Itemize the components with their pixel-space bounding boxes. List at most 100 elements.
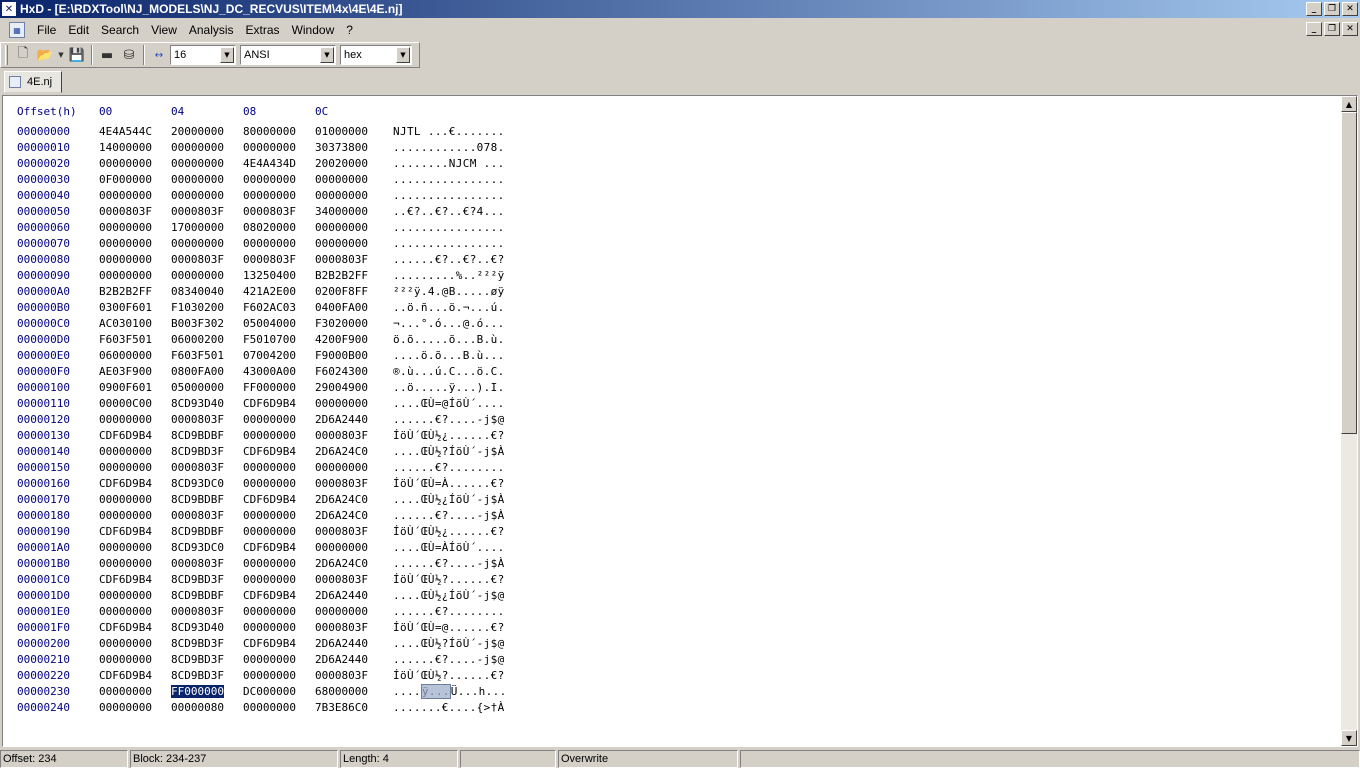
hex-group[interactable]: 8CD9BDBF xyxy=(171,588,243,604)
row-text[interactable]: ÍöÙ´ŒÙ=À......€? xyxy=(393,476,533,492)
hex-group[interactable]: 4E4A544C xyxy=(99,124,171,140)
hex-group[interactable]: CDF6D9B4 xyxy=(243,492,315,508)
row-text[interactable]: ....ŒÙ=@ÍöÙ´.... xyxy=(393,396,533,412)
hex-group[interactable]: 00000000 xyxy=(243,172,315,188)
row-text[interactable]: ÍöÙ´ŒÙ½¿......€? xyxy=(393,428,533,444)
row-text[interactable]: ......€?..€?..€? xyxy=(393,252,533,268)
hex-group[interactable]: 68000000 xyxy=(315,684,387,700)
hex-group[interactable]: 0000803F xyxy=(315,428,387,444)
hex-row[interactable]: 00000040 00000000 00000000 00000000 00000000… xyxy=(17,188,533,204)
hex-group[interactable]: 2D6A24C0 xyxy=(315,556,387,572)
row-text[interactable]: ....ŒÙ½?ÍöÙ´-j$À xyxy=(393,444,533,460)
hex-group[interactable]: 14000000 xyxy=(99,140,171,156)
hex-group[interactable]: 0900F601 xyxy=(99,380,171,396)
hex-group[interactable]: 0000803F xyxy=(315,252,387,268)
row-text[interactable]: ......€?....-j$À xyxy=(393,556,533,572)
row-text[interactable]: ........NJCM ... xyxy=(393,156,533,172)
hex-group[interactable]: 00000000 xyxy=(243,140,315,156)
hex-row[interactable]: 00000020 00000000 00000000 4E4A434D 20020000… xyxy=(17,156,533,172)
hex-group[interactable]: 8CD9BDBF xyxy=(171,428,243,444)
row-text[interactable]: ................ xyxy=(393,172,533,188)
hex-group[interactable]: 05000000 xyxy=(171,380,243,396)
hex-group[interactable]: 00000000 xyxy=(171,156,243,172)
row-text[interactable]: ÍöÙ´ŒÙ½?......€? xyxy=(393,572,533,588)
hex-group[interactable]: 00000000 xyxy=(99,588,171,604)
hex-group[interactable]: 2D6A2440 xyxy=(315,412,387,428)
hex-group[interactable]: 00000000 xyxy=(171,188,243,204)
hex-group[interactable]: FF000000 xyxy=(243,380,315,396)
hex-group[interactable]: 00000000 xyxy=(99,636,171,652)
row-text[interactable]: ................ xyxy=(393,220,533,236)
row-text[interactable]: ......€?....-j$À xyxy=(393,508,533,524)
hex-group[interactable]: 0000803F xyxy=(171,252,243,268)
hex-group[interactable]: CDF6D9B4 xyxy=(99,668,171,684)
hex-group[interactable]: CDF6D9B4 xyxy=(99,476,171,492)
hex-group[interactable]: 0000803F xyxy=(171,460,243,476)
row-text[interactable]: ®.ù...ú.C...ö.C. xyxy=(393,364,533,380)
hex-group[interactable]: B2B2B2FF xyxy=(315,268,387,284)
menu-edit[interactable]: Edit xyxy=(62,21,95,39)
hex-group[interactable]: 08020000 xyxy=(243,220,315,236)
hex-group[interactable]: 00000000 xyxy=(315,540,387,556)
hex-group[interactable]: F6024300 xyxy=(315,364,387,380)
row-text[interactable]: ............078. xyxy=(393,140,533,156)
hex-row[interactable]: 00000240 00000000 00000080 00000000 7B3E86C0… xyxy=(17,700,533,716)
chevron-down-icon[interactable]: ▼ xyxy=(220,47,234,63)
hex-group[interactable]: 2D6A24C0 xyxy=(315,508,387,524)
hex-row[interactable]: 000000C0 AC030100 B003F302 05004000 F3020000… xyxy=(17,316,533,332)
hex-group[interactable]: 8CD9BD3F xyxy=(171,444,243,460)
hex-group[interactable]: 13250400 xyxy=(243,268,315,284)
hex-group[interactable]: DC000000 xyxy=(243,684,315,700)
row-text[interactable]: ..€?..€?..€?4... xyxy=(393,204,533,220)
hex-group[interactable]: 00000000 xyxy=(99,444,171,460)
hex-group[interactable]: 00000000 xyxy=(315,236,387,252)
row-text[interactable]: ....ö.õ...B.ù... xyxy=(393,348,533,364)
menu-search[interactable]: Search xyxy=(95,21,145,39)
hex-row[interactable]: 00000000 4E4A544C 20000000 80000000 01000000… xyxy=(17,124,533,140)
hex-group[interactable]: 00000000 xyxy=(99,156,171,172)
hex-row[interactable]: 000001C0 CDF6D9B4 8CD9BD3F 00000000 0000803F… xyxy=(17,572,533,588)
minimize-button[interactable]: _ xyxy=(1306,2,1322,16)
hex-group[interactable]: 8CD9BDBF xyxy=(171,492,243,508)
hex-row[interactable]: 00000110 00000C00 8CD93D40 CDF6D9B4 00000000… xyxy=(17,396,533,412)
hex-group[interactable]: 00000000 xyxy=(315,220,387,236)
hex-row[interactable]: 00000130 CDF6D9B4 8CD9BDBF 00000000 0000803F… xyxy=(17,428,533,444)
hex-grid[interactable]: Offset(h) 00 04 08 0C 00000000 4E4A544C 20… xyxy=(17,104,533,716)
hex-group[interactable]: F603F501 xyxy=(171,348,243,364)
hex-group[interactable]: 06000200 xyxy=(171,332,243,348)
chevron-down-icon[interactable]: ▼ xyxy=(320,47,334,63)
hex-group[interactable]: 0000803F xyxy=(171,412,243,428)
hex-group[interactable]: CDF6D9B4 xyxy=(99,428,171,444)
hex-row[interactable]: 00000010 14000000 00000000 00000000 30373800… xyxy=(17,140,533,156)
row-text[interactable]: ......€?........ xyxy=(393,460,533,476)
new-file-icon[interactable]: 🗋 xyxy=(12,44,34,66)
hex-group[interactable]: 0000803F xyxy=(315,668,387,684)
hex-group[interactable]: CDF6D9B4 xyxy=(99,572,171,588)
hex-group[interactable]: 8CD93D40 xyxy=(171,620,243,636)
hex-group[interactable]: F5010700 xyxy=(243,332,315,348)
hex-group[interactable]: 00000000 xyxy=(243,620,315,636)
hex-group[interactable]: CDF6D9B4 xyxy=(243,636,315,652)
hex-row[interactable]: 00000090 00000000 00000000 13250400 B2B2B2FF… xyxy=(17,268,533,284)
hex-group[interactable]: 2D6A2440 xyxy=(315,588,387,604)
row-text[interactable]: ................ xyxy=(393,188,533,204)
hex-group[interactable]: F1030200 xyxy=(171,300,243,316)
hex-row[interactable]: 000001D0 00000000 8CD9BDBF CDF6D9B4 2D6A2440… xyxy=(17,588,533,604)
hex-group[interactable]: 00000000 xyxy=(99,268,171,284)
hex-group[interactable]: 0200F8FF xyxy=(315,284,387,300)
hex-group[interactable]: 00000000 xyxy=(99,508,171,524)
hex-group[interactable]: 00000000 xyxy=(99,492,171,508)
hex-row[interactable]: 000000A0 B2B2B2FF 08340040 421A2E00 0200F8FF… xyxy=(17,284,533,300)
hex-group[interactable]: 2D6A24C0 xyxy=(315,444,387,460)
hex-group[interactable]: F9000B00 xyxy=(315,348,387,364)
row-text[interactable]: ..ö.....ÿ...).I. xyxy=(393,380,533,396)
disk-icon[interactable]: ⛁ xyxy=(118,44,140,66)
hex-row[interactable]: 00000120 00000000 0000803F 00000000 2D6A2440… xyxy=(17,412,533,428)
hex-row[interactable]: 00000080 00000000 0000803F 0000803F 0000803F… xyxy=(17,252,533,268)
scroll-down-button[interactable]: ▼ xyxy=(1341,730,1357,746)
hex-row[interactable]: 00000200 00000000 8CD9BD3F CDF6D9B4 2D6A2440… xyxy=(17,636,533,652)
hex-group[interactable]: 00000C00 xyxy=(99,396,171,412)
hex-row[interactable]: 00000140 00000000 8CD9BD3F CDF6D9B4 2D6A24C0… xyxy=(17,444,533,460)
row-text[interactable]: .........%..²²²ÿ xyxy=(393,268,533,284)
hex-group[interactable]: 0800FA00 xyxy=(171,364,243,380)
